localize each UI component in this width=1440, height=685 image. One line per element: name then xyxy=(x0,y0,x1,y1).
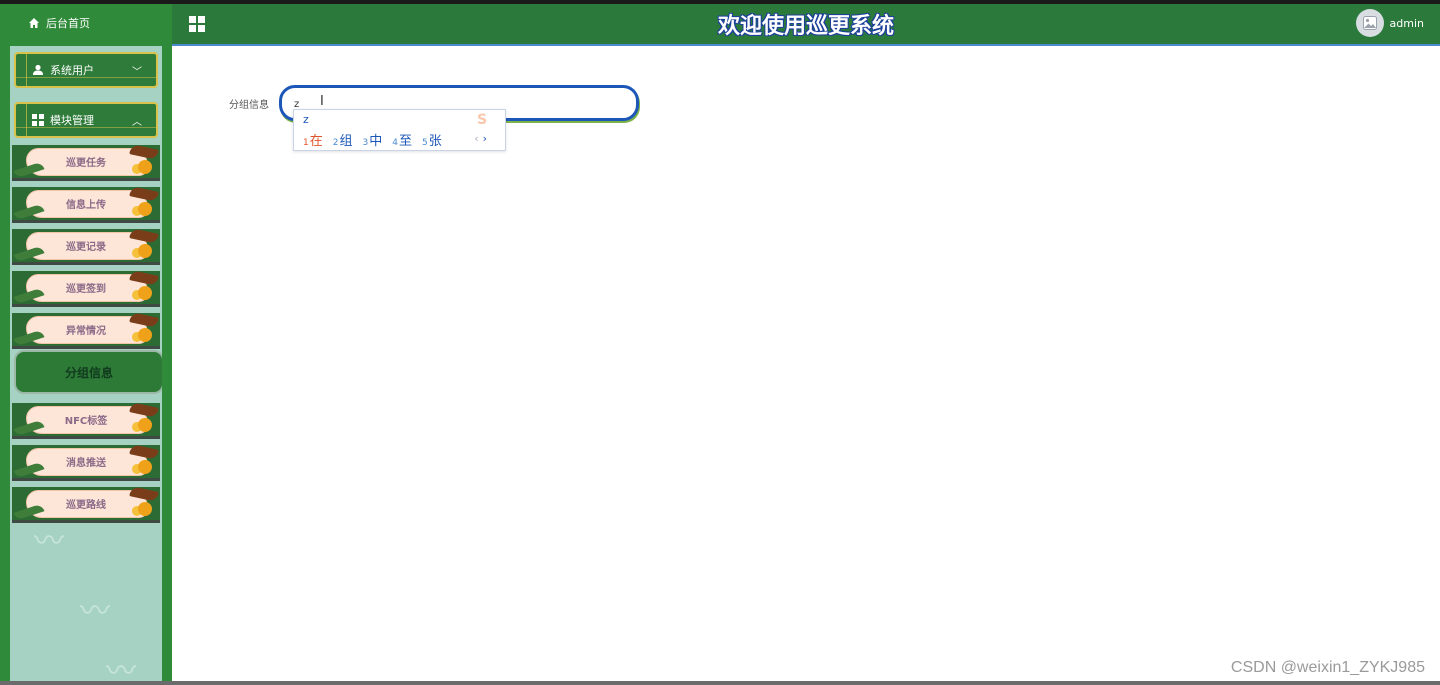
sidebar-item-label: 分组信息 xyxy=(64,365,113,380)
chevron-up-icon: ︿ xyxy=(132,117,142,128)
sidebar-group-label: 模块管理 xyxy=(50,114,94,127)
home-label: 后台首页 xyxy=(46,17,90,30)
ime-candidate[interactable]: 2组 xyxy=(333,130,353,149)
window-bottom-bar xyxy=(0,681,1440,685)
ime-candidate[interactable]: 3中 xyxy=(363,130,383,149)
sidebar-group-label: 系统用户 xyxy=(50,64,94,77)
sidebar-item-patrol-routes[interactable]: 巡更路线 xyxy=(12,486,160,523)
ime-next-page-icon[interactable]: › xyxy=(483,132,487,145)
sidebar-item-label: 巡更签到 xyxy=(66,284,106,295)
decorative-zigzag: 〰 xyxy=(80,594,110,629)
candidate-number: 4 xyxy=(392,138,398,148)
watermark: CSDN @weixin1_ZYKJ985 xyxy=(1230,659,1425,676)
sidebar: 后台首页 〰 〰 〰 系统用户 ﹀ 模块管理 ︿ 巡更任务 信息上传 巡更记录 … xyxy=(0,4,172,685)
ime-candidate[interactable]: 1在 xyxy=(303,130,323,149)
home-icon xyxy=(29,18,39,28)
sidebar-item-nfc-tags[interactable]: NFC标签 xyxy=(12,402,160,439)
candidate-number: 1 xyxy=(303,138,309,148)
candidate-text: 在 xyxy=(309,134,323,149)
sidebar-item-label: 信息上传 xyxy=(66,200,106,211)
home-link[interactable]: 后台首页 xyxy=(0,4,172,42)
sidebar-item-exceptions[interactable]: 异常情况 xyxy=(12,312,160,349)
ime-composition: z xyxy=(303,113,309,126)
ime-candidate-list: 1在 2组 3中 4至 5张 xyxy=(303,130,442,149)
sidebar-item-label: 巡更路线 xyxy=(66,500,106,511)
decorative-zigzag: 〰 xyxy=(106,654,136,685)
sidebar-item-label: 巡更任务 xyxy=(66,158,106,169)
sidebar-group-module-management[interactable]: 模块管理 ︿ xyxy=(14,102,158,138)
ime-candidate-popup: z S 1在 2组 3中 4至 5张 ‹ › xyxy=(293,109,506,151)
sidebar-menu-panel: 〰 〰 〰 系统用户 ﹀ 模块管理 ︿ 巡更任务 信息上传 巡更记录 巡更签到 … xyxy=(10,46,162,685)
sidebar-item-label: 消息推送 xyxy=(66,458,106,469)
ime-candidate[interactable]: 5张 xyxy=(422,130,442,149)
sidebar-item-label: NFC标签 xyxy=(64,416,108,427)
candidate-text: 至 xyxy=(398,134,412,149)
sidebar-item-group-info[interactable]: 分组信息 xyxy=(14,350,162,394)
candidate-number: 5 xyxy=(422,138,428,148)
sidebar-item-info-upload[interactable]: 信息上传 xyxy=(12,186,160,223)
ime-candidate[interactable]: 4至 xyxy=(392,130,412,149)
ime-prev-page-icon[interactable]: ‹ xyxy=(474,132,478,145)
top-header: 欢迎使用巡更系统 admin xyxy=(172,4,1440,46)
sidebar-item-label: 异常情况 xyxy=(66,326,106,337)
user-name: admin xyxy=(1389,16,1424,30)
sidebar-item-patrol-checkin[interactable]: 巡更签到 xyxy=(12,270,160,307)
sidebar-group-system-users[interactable]: 系统用户 ﹀ xyxy=(14,52,158,88)
page-title: 欢迎使用巡更系统 xyxy=(717,14,894,39)
candidate-text: 中 xyxy=(369,134,383,149)
sidebar-item-label: 巡更记录 xyxy=(66,242,106,253)
sidebar-item-message-push[interactable]: 消息推送 xyxy=(12,444,160,481)
ime-logo-icon: S xyxy=(477,112,488,128)
candidate-text: 组 xyxy=(339,134,353,149)
sidebar-item-patrol-task[interactable]: 巡更任务 xyxy=(12,144,160,181)
avatar xyxy=(1355,9,1384,37)
candidate-text: 张 xyxy=(428,134,442,149)
group-info-label: 分组信息 xyxy=(229,100,269,111)
candidate-number: 3 xyxy=(362,138,369,148)
user-menu[interactable]: admin xyxy=(1355,9,1424,37)
text-cursor-icon: I xyxy=(320,94,324,109)
image-placeholder-icon xyxy=(1362,16,1377,30)
chevron-down-icon: ﹀ xyxy=(132,67,142,78)
ime-page-arrows: ‹ › xyxy=(474,132,487,145)
candidate-number: 2 xyxy=(332,138,339,148)
grid-icon xyxy=(32,114,44,126)
user-icon xyxy=(33,64,43,75)
sidebar-item-patrol-records[interactable]: 巡更记录 xyxy=(12,228,160,265)
